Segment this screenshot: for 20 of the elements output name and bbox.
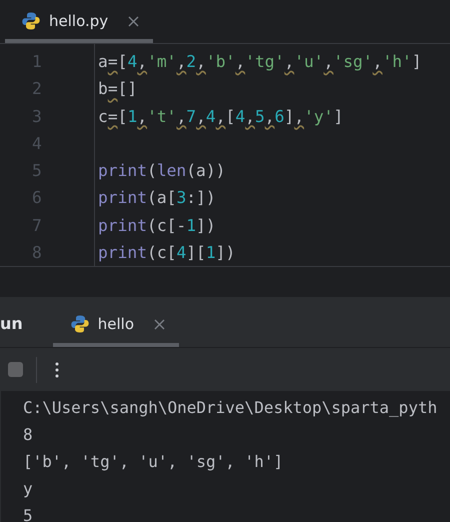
code-line: print(c[4][1]) [98,242,236,264]
stop-button[interactable] [8,362,23,377]
python-icon [70,314,90,334]
code-line: print(a[3:]) [98,187,217,210]
run-tab[interactable]: hello [52,305,180,347]
more-icon[interactable] [55,360,59,378]
panel-title: un [0,313,23,335]
code-line: b=[] [98,78,138,100]
close-icon[interactable] [154,318,166,330]
console-line: 8 [23,424,34,446]
console-line: C:\Users\sangh\OneDrive\Desktop\sparta_pyth [23,397,438,419]
close-icon[interactable] [128,16,140,26]
console-line: ['b', 'tg', 'u', 'sg', 'h'] [23,451,284,473]
console-line: 5 [23,505,34,522]
code-line: a=[4,'m',2,'b','tg','u','sg','h'] [98,51,422,73]
code-line: c=[1,'t',7,4,[4,5,6],'y'] [98,106,344,128]
console-line: y [23,478,34,500]
code-line: print(c[-1]) [98,214,217,237]
code-line: print(len(a)) [98,160,226,182]
python-icon [21,11,41,31]
